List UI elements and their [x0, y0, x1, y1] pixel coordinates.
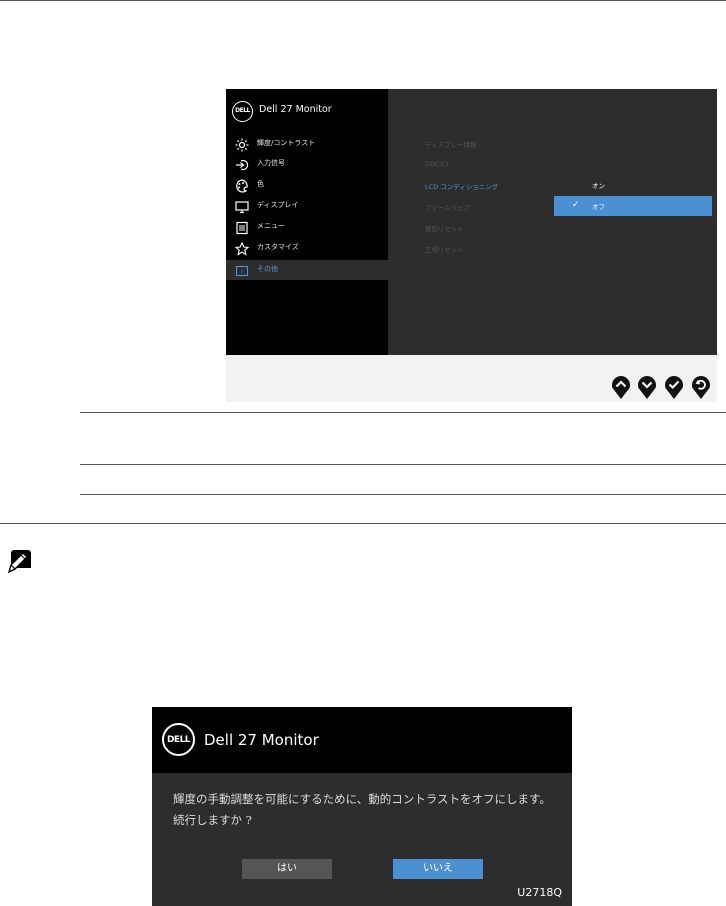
option-off[interactable]: ✓ オフ	[554, 196, 712, 216]
back-icon[interactable]	[690, 374, 712, 400]
display-icon	[235, 199, 249, 214]
others-icon: i	[235, 263, 249, 277]
menu-item-label: ディスプレイ	[257, 201, 299, 209]
menu-item-label: メニュー	[257, 222, 285, 230]
note-pencil-icon	[7, 549, 32, 574]
submenu-item-ddc-ci[interactable]: DDC/CI	[425, 160, 448, 168]
option-label: オフ	[592, 203, 605, 211]
model-code: U2718Q	[517, 886, 562, 899]
osd-confirm-dialog: DELL Dell 27 Monitor 輝度の手動調整を可能にするために、動的…	[152, 707, 572, 906]
down-arrow-icon[interactable]	[636, 374, 658, 400]
dell-logo: DELL	[232, 101, 253, 122]
submenu-item-lcd-conditioning[interactable]: LCD コンディショニング	[425, 181, 498, 191]
checkmark-icon: ✓	[572, 200, 580, 210]
menu-item-color[interactable]: 色	[226, 175, 388, 195]
top-rule	[0, 0, 726, 1]
svg-text:i: i	[241, 269, 243, 276]
osd-button-bar	[226, 355, 717, 402]
monitor-model-title: Dell 27 Monitor	[259, 104, 332, 115]
menu-item-label: その他	[257, 265, 278, 273]
dialog-message-line-1: 輝度の手動調整を可能にするために、動的コントラストをオフにします。	[173, 792, 551, 806]
option-on[interactable]: オン	[554, 175, 712, 195]
section-rule	[0, 523, 726, 524]
menu-item-input-source[interactable]: 入力信号	[226, 154, 388, 174]
menu-item-label: カスタマイズ	[257, 243, 299, 251]
submenu-item-display-info[interactable]: ディスプレー情報	[425, 139, 477, 149]
dialog-message-line-2: 続行しますか ?	[173, 813, 252, 827]
menu-item-label: 入力信号	[257, 159, 285, 167]
dell-logo: DELL	[162, 723, 195, 756]
menu-item-others[interactable]: i その他	[226, 260, 388, 280]
osd-main-menu: DELL Dell 27 Monitor 輝度/コントラスト 入力信号 色 ディ…	[226, 89, 717, 355]
star-icon	[234, 241, 250, 256]
menu-item-label: 輝度/コントラスト	[257, 139, 316, 147]
submenu-item-reset-individual[interactable]: 個別リセット	[425, 223, 464, 233]
check-icon[interactable]	[663, 374, 685, 400]
menu-item-label: 色	[257, 180, 264, 188]
no-button[interactable]: いいえ	[393, 859, 483, 879]
up-arrow-icon[interactable]	[610, 374, 632, 400]
submenu-item-factory-reset[interactable]: 工場リセット	[425, 244, 464, 254]
menu-item-display[interactable]: ディスプレイ	[226, 196, 388, 216]
option-label: オン	[592, 182, 605, 190]
menu-item-personalize[interactable]: カスタマイズ	[226, 238, 388, 258]
brightness-icon	[235, 137, 249, 152]
menu-item-brightness-contrast[interactable]: 輝度/コントラスト	[226, 134, 388, 154]
submenu-item-firmware[interactable]: ファームウェア	[425, 202, 470, 212]
osd-submenu-panel: ディスプレー情報 DDC/CI LCD コンディショニング ファームウェア 個別…	[388, 89, 717, 355]
menu-item-menu[interactable]: メニュー	[226, 217, 388, 237]
yes-button[interactable]: はい	[242, 859, 332, 879]
table-rule	[80, 494, 726, 495]
menu-icon	[235, 220, 249, 235]
color-icon	[235, 178, 249, 193]
input-source-icon	[235, 157, 249, 171]
table-rule	[80, 412, 726, 413]
osd-sidebar: DELL Dell 27 Monitor 輝度/コントラスト 入力信号 色 ディ…	[226, 89, 388, 355]
dialog-header: DELL Dell 27 Monitor	[152, 707, 572, 773]
table-rule	[80, 464, 726, 465]
monitor-model-title: Dell 27 Monitor	[204, 731, 319, 749]
